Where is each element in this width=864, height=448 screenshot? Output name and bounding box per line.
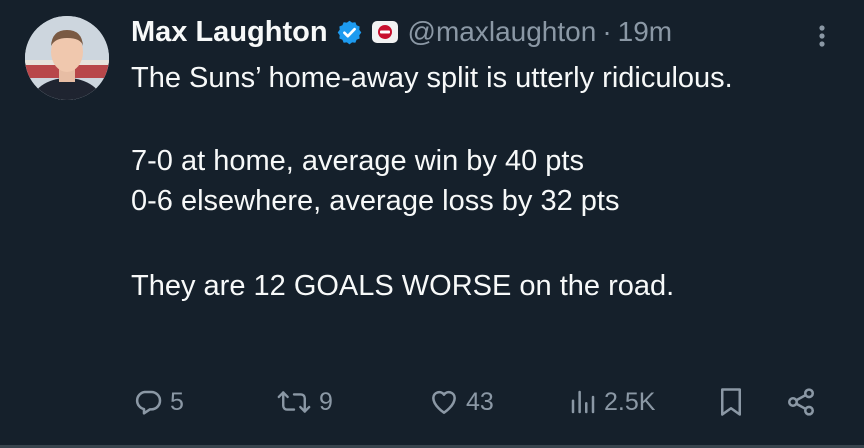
tweet-line: They are 12 GOALS WORSE on the road. xyxy=(131,270,675,302)
views-button[interactable]: 2.5K xyxy=(568,380,655,424)
tweet[interactable]: Max Laughton @maxlaughton · 19m The Suns… xyxy=(0,0,864,448)
like-count: 43 xyxy=(466,387,494,416)
share-icon xyxy=(785,386,817,418)
action-bar: 5 9 43 2.5K xyxy=(0,380,864,424)
reply-button[interactable]: 5 xyxy=(132,380,184,424)
fox-sports-affiliation-icon[interactable] xyxy=(371,21,398,43)
avatar-photo xyxy=(25,16,109,100)
tweet-line: The Suns’ home-away split is utterly rid… xyxy=(131,62,733,94)
retweet-icon xyxy=(275,386,313,418)
heart-icon xyxy=(428,386,460,418)
share-button[interactable] xyxy=(785,380,817,424)
tweet-line: 0-6 elsewhere, average loss by 32 pts xyxy=(131,185,620,217)
tweet-line: 7-0 at home, average win by 40 pts xyxy=(131,145,584,177)
separator-dot: · xyxy=(602,16,612,47)
bookmark-icon xyxy=(716,385,746,419)
views-icon xyxy=(568,386,598,418)
like-button[interactable]: 43 xyxy=(428,380,494,424)
avatar[interactable] xyxy=(25,16,109,100)
bookmark-button[interactable] xyxy=(716,380,746,424)
author-handle[interactable]: @maxlaughton xyxy=(408,16,597,48)
views-count: 2.5K xyxy=(604,387,656,416)
verified-badge-icon xyxy=(336,19,363,46)
retweet-button[interactable]: 9 xyxy=(275,380,333,424)
reply-count: 5 xyxy=(170,387,184,416)
tweet-text: The Suns’ home-away split is utterly rid… xyxy=(131,58,831,306)
author-name[interactable]: Max Laughton xyxy=(131,16,328,49)
retweet-count: 9 xyxy=(319,387,333,416)
more-options-icon[interactable] xyxy=(808,22,836,50)
reply-icon xyxy=(132,386,164,418)
timestamp[interactable]: 19m xyxy=(618,16,672,48)
tweet-header: Max Laughton @maxlaughton · 19m xyxy=(131,14,672,50)
